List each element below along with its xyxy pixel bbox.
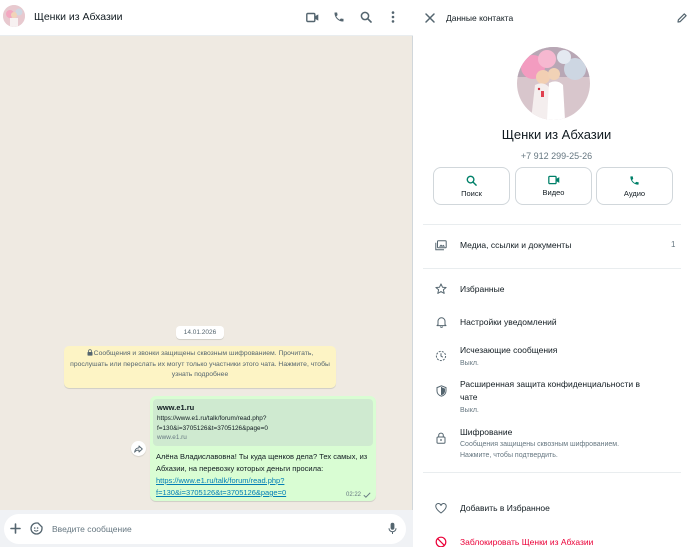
favorites-row[interactable]: Избранные	[413, 280, 700, 300]
video-action-button[interactable]: Видео	[515, 167, 592, 205]
search-action-button[interactable]: Поиск	[433, 167, 510, 205]
contact-phone: +7 912 299-25-26	[520, 151, 593, 161]
encryption-label: Шифрование	[460, 427, 513, 437]
audio-action-button[interactable]: Аудио	[596, 167, 673, 205]
link-preview-title: www.e1.ru	[157, 403, 195, 412]
contact-info-title: Данные контакта	[446, 13, 514, 23]
divider	[423, 268, 681, 269]
video-icon	[547, 175, 559, 185]
notifications-label: Настройки уведомлений	[460, 317, 557, 327]
video-action-label: Видео	[542, 188, 565, 197]
composer-bar: Введите сообщение	[0, 510, 413, 547]
contact-info-header: Данные контакта	[413, 0, 700, 36]
lock-icon	[87, 349, 93, 356]
advanced-privacy-row[interactable]: Расширенная защита конфиденциальности в …	[413, 376, 700, 418]
phone-icon[interactable]	[332, 10, 346, 24]
link-preview-url-line2: f=130&i=3705126&t=3705126&page=0	[157, 425, 268, 432]
message-meta: 02:22	[346, 492, 371, 498]
audio-action-label: Аудио	[623, 188, 646, 198]
shield-icon	[435, 385, 447, 397]
contact-name: Щенки из Абхазии	[501, 127, 612, 142]
media-count: 1	[671, 240, 676, 249]
bell-icon	[435, 316, 447, 328]
encryption-notice[interactable]: Сообщения и звонки защищены сквозным шиф…	[64, 346, 336, 388]
contact-info-pane: Данные контакта Щенки из Абхазии +7 912 …	[413, 0, 700, 547]
encryption-sub-line2: Нажмите, чтобы подтвердить.	[460, 452, 558, 459]
disappearing-label: Исчезающие сообщения	[460, 345, 558, 355]
message-input[interactable]: Введите сообщение	[52, 524, 132, 534]
chat-header[interactable]: Щенки из Абхазии	[0, 0, 413, 36]
microphone-icon[interactable]	[386, 522, 399, 535]
divider	[423, 224, 681, 225]
message-time: 02:22	[345, 492, 361, 498]
link-preview-domain: www.e1.ru	[157, 434, 187, 441]
heart-icon	[435, 502, 447, 514]
add-to-favorites-label: Добавить в Избранное	[460, 503, 550, 513]
link-preview-url-line1: https://www.e1.ru/talk/forum/read.php?	[157, 415, 267, 422]
composer-box: Введите сообщение	[4, 514, 406, 544]
message-text: Алёна Владиславовна! Ты куда щенков дела…	[156, 451, 370, 499]
notifications-row[interactable]: Настройки уведомлений	[413, 313, 700, 333]
privacy-status: Выкл.	[460, 407, 479, 414]
encryption-notice-text: Сообщения и звонки защищены сквозным шиф…	[70, 350, 330, 378]
chat-pane: Щенки из Абхазии 14.01.2026 Сообщения и …	[0, 0, 413, 547]
encryption-row[interactable]: Шифрование Сообщения защищены сквозным ш…	[413, 424, 700, 464]
search-icon	[466, 175, 477, 186]
block-contact-label: Заблокировать Щенки из Абхазии	[460, 537, 594, 547]
search-action-label: Поиск	[461, 188, 482, 198]
encryption-sub-line1: Сообщения защищены сквозным шифрованием.	[460, 441, 620, 448]
add-to-favorites-row[interactable]: Добавить в Избранное	[413, 500, 700, 518]
search-icon[interactable]	[359, 10, 373, 24]
star-icon	[435, 283, 447, 295]
video-call-icon[interactable]	[305, 10, 319, 24]
chat-title[interactable]: Щенки из Абхазии	[34, 11, 123, 23]
app-window: Щенки из Абхазии 14.01.2026 Сообщения и …	[0, 0, 700, 547]
single-check-icon	[363, 492, 371, 498]
message-bubble[interactable]: www.e1.ru https://www.e1.ru/talk/forum/r…	[150, 396, 376, 501]
message-link[interactable]: https://www.e1.ru/talk/forum/read.php?f=…	[156, 476, 286, 497]
sticker-icon[interactable]	[30, 522, 43, 535]
privacy-label-line1: Расширенная защита конфиденциальности в	[460, 379, 640, 389]
edit-icon[interactable]	[676, 11, 688, 23]
link-preview[interactable]: www.e1.ru https://www.e1.ru/talk/forum/r…	[153, 399, 373, 446]
block-contact-row[interactable]: Заблокировать Щенки из Абхазии	[413, 535, 700, 547]
chat-avatar[interactable]	[3, 5, 25, 27]
divider	[423, 472, 681, 473]
forward-icon	[134, 445, 143, 453]
close-icon[interactable]	[424, 11, 436, 23]
media-row[interactable]: Медиа, ссылки и документы 1	[413, 233, 700, 257]
disappearing-status: Выкл.	[460, 360, 479, 367]
media-icon	[435, 239, 447, 251]
contact-avatar[interactable]	[517, 47, 590, 120]
date-chip: 14.01.2026	[176, 326, 224, 339]
privacy-label-line2: чате	[460, 392, 478, 402]
disappearing-messages-row[interactable]: Исчезающие сообщения Выкл.	[413, 342, 700, 372]
media-label: Медиа, ссылки и документы	[460, 240, 572, 250]
menu-icon[interactable]	[386, 10, 400, 24]
message-body: Алёна Владиславовна! Ты куда щенков дела…	[156, 452, 368, 473]
timer-icon	[435, 350, 447, 362]
phone-icon	[630, 175, 639, 185]
favorites-label: Избранные	[460, 284, 505, 294]
block-icon	[435, 536, 447, 547]
attach-plus-icon[interactable]	[9, 522, 22, 535]
lock-icon	[435, 432, 447, 444]
forward-button[interactable]	[131, 441, 146, 456]
